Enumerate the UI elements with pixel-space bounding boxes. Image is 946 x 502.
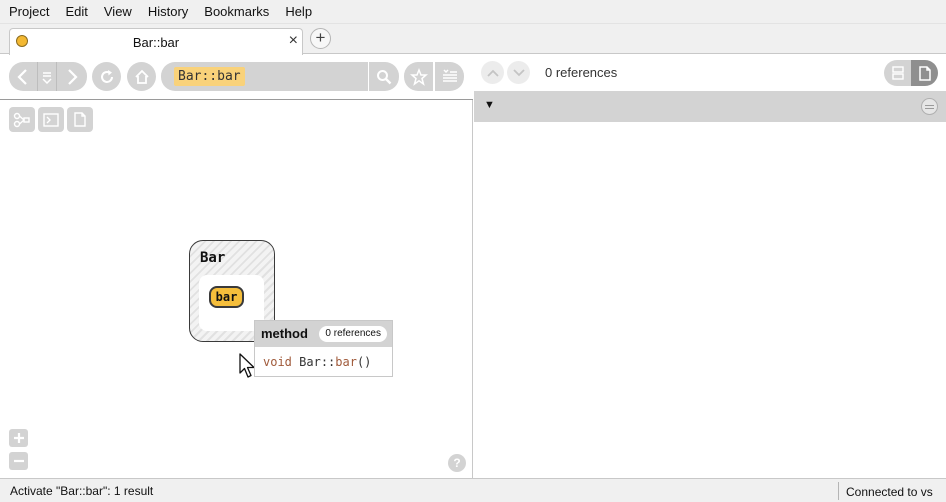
method-node-bar[interactable]: bar xyxy=(209,286,244,308)
chevron-down-icon xyxy=(512,68,525,76)
references-pane: 0 references ▼ xyxy=(474,55,946,478)
menu-help[interactable]: Help xyxy=(277,0,320,24)
tooltip-reference-count: 0 references xyxy=(319,326,387,342)
list-view-button[interactable] xyxy=(884,60,911,86)
terminal-icon xyxy=(43,112,59,127)
status-bar: Activate "Bar::bar": 1 result Connected … xyxy=(0,478,946,502)
previous-reference-button[interactable] xyxy=(481,61,504,84)
class-node-label: Bar xyxy=(200,250,226,266)
terminal-button[interactable] xyxy=(38,107,64,132)
file-view-icon xyxy=(918,65,931,81)
next-reference-button[interactable] xyxy=(507,61,530,84)
collapse-all-button[interactable] xyxy=(921,98,938,115)
back-button[interactable] xyxy=(9,62,37,91)
tooltip-kind: method xyxy=(261,326,308,341)
zoom-in-button[interactable] xyxy=(9,429,28,447)
signature-scope: Bar:: xyxy=(299,355,336,369)
signature-name: bar xyxy=(335,355,357,369)
search-button[interactable] xyxy=(369,62,399,91)
bookmark-list-icon xyxy=(442,68,457,82)
bookmark-button[interactable] xyxy=(404,62,433,91)
menu-bookmarks[interactable]: Bookmarks xyxy=(196,0,277,24)
graph-layout-button[interactable] xyxy=(9,107,35,132)
status-message: Activate "Bar::bar": 1 result xyxy=(10,484,154,498)
list-view-icon xyxy=(891,66,904,80)
chevron-right-icon xyxy=(68,68,78,85)
file-button[interactable] xyxy=(67,107,93,132)
chevron-left-icon xyxy=(17,68,27,85)
chevron-up-icon xyxy=(486,69,499,77)
view-mode-toggle xyxy=(884,60,938,86)
menu-bar: Project Edit View History Bookmarks Help xyxy=(0,0,946,24)
refresh-button[interactable] xyxy=(92,62,121,91)
zoom-out-button[interactable] xyxy=(9,452,28,470)
home-button[interactable] xyxy=(127,62,156,91)
search-field[interactable]: Bar::bar xyxy=(161,62,368,91)
references-header: ▼ xyxy=(474,91,946,122)
references-toolbar: 0 references xyxy=(474,55,946,90)
signature-params: () xyxy=(356,355,372,369)
status-divider xyxy=(838,482,839,500)
star-icon xyxy=(409,67,428,86)
search-token[interactable]: Bar::bar xyxy=(174,67,245,86)
references-count: 0 references xyxy=(545,65,618,80)
tab-bar-bar[interactable]: Bar::bar × xyxy=(9,28,303,55)
menu-history[interactable]: History xyxy=(140,0,196,24)
graph-pane: Bar::bar Bar bar method 0 references voi… xyxy=(0,55,473,478)
tooltip-signature: void Bar::bar() xyxy=(263,355,371,369)
history-nav-group xyxy=(9,62,87,91)
menu-view[interactable]: View xyxy=(96,0,140,24)
plus-icon xyxy=(13,433,24,443)
file-view-button[interactable] xyxy=(911,60,938,86)
refresh-icon xyxy=(100,69,113,83)
bookmark-manager-button[interactable] xyxy=(435,62,464,91)
search-icon xyxy=(377,69,392,84)
history-button[interactable] xyxy=(37,62,57,91)
navigation-toolbar: Bar::bar xyxy=(0,55,473,100)
menu-edit[interactable]: Edit xyxy=(57,0,95,24)
connection-status: Connected to vs xyxy=(846,485,933,499)
help-button[interactable]: ? xyxy=(448,454,466,472)
signature-return-type: void xyxy=(263,355,292,369)
expand-toggle-icon[interactable]: ▼ xyxy=(484,99,495,111)
home-icon xyxy=(134,69,149,84)
tooltip-header: method 0 references xyxy=(255,321,392,347)
minus-icon xyxy=(13,459,24,463)
menu-project[interactable]: Project xyxy=(1,0,57,24)
close-tab-icon[interactable]: × xyxy=(289,32,298,50)
tab-bar: Bar::bar × + xyxy=(0,24,946,55)
graph-icon xyxy=(13,112,30,127)
node-tooltip: method 0 references void Bar::bar() xyxy=(254,320,393,377)
history-list-icon xyxy=(42,71,52,84)
graph-tools xyxy=(9,107,93,132)
file-icon xyxy=(74,112,86,127)
add-tab-button[interactable]: + xyxy=(310,28,331,49)
forward-button[interactable] xyxy=(57,62,87,91)
tab-title: Bar::bar xyxy=(132,35,180,50)
